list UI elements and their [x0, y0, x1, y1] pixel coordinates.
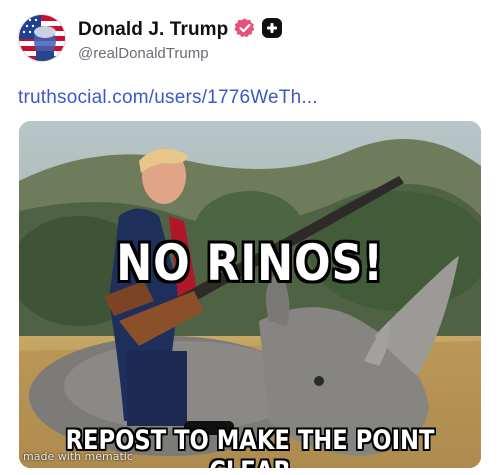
meme-top-text: NO RINOS!	[116, 234, 384, 292]
post-image[interactable]: NO RINOS! REPOST TO MAKE THE POINT CLEAR…	[19, 121, 481, 468]
post-header: Donald J. Trump @realDonaldTrump	[18, 14, 482, 66]
avatar[interactable]	[18, 14, 66, 62]
watermark-text: made with mematic	[23, 450, 133, 463]
verified-badge-icon	[234, 18, 255, 38]
flag-portrait-icon	[19, 15, 65, 61]
post-link[interactable]: truthsocial.com/users/1776WeTh...	[18, 87, 318, 109]
author-name[interactable]: Donald J. Trump	[78, 19, 228, 41]
author-handle[interactable]: @realDonaldTrump	[78, 45, 209, 62]
plus-icon[interactable]	[262, 18, 282, 38]
meme-image	[19, 121, 481, 468]
